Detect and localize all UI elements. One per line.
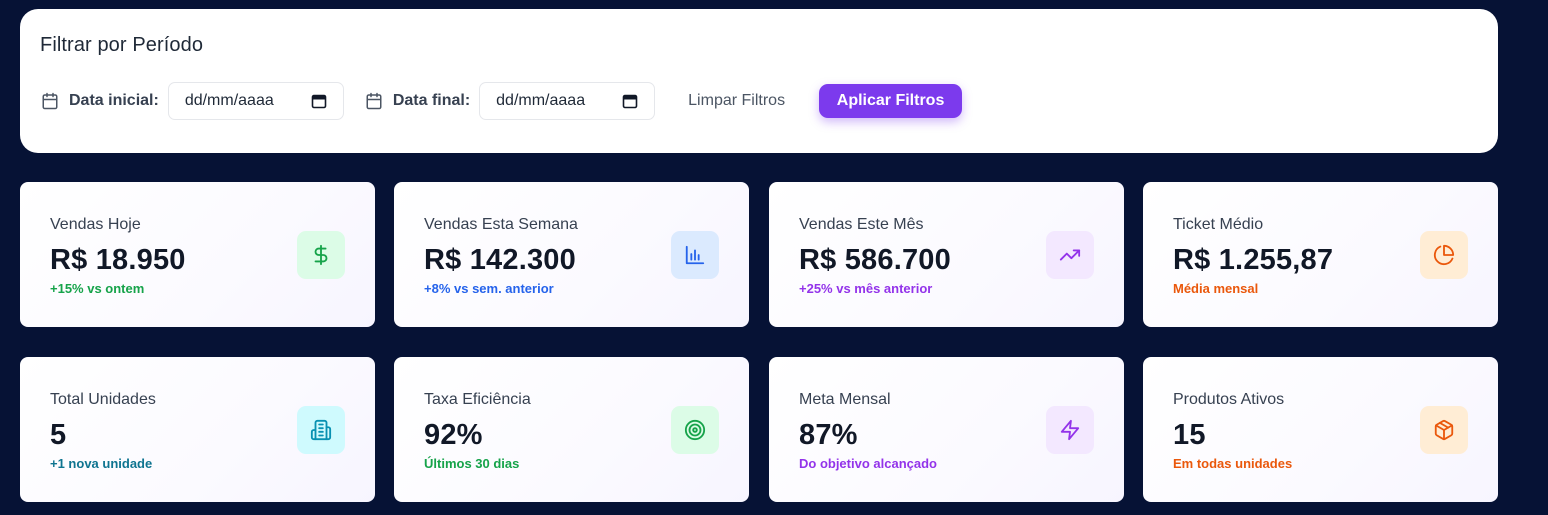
trending-up-icon	[1046, 231, 1094, 279]
lightning-icon	[1046, 406, 1094, 454]
card-label: Meta Mensal	[799, 391, 891, 408]
stat-card-monthly-goal: Meta Mensal 87% Do objetivo alcançado	[769, 357, 1124, 502]
filter-title: Filtrar por Período	[40, 34, 204, 56]
end-date-placeholder: dd/mm/aaaa	[496, 92, 586, 109]
stat-card-sales-week: Vendas Esta Semana R$ 142.300 +8% vs sem…	[394, 182, 749, 327]
card-label: Vendas Esta Semana	[424, 216, 578, 233]
start-date-placeholder: dd/mm/aaaa	[184, 92, 274, 109]
stat-card-average-ticket: Ticket Médio R$ 1.255,87 Média mensal	[1143, 182, 1498, 327]
filter-panel: Filtrar por Período Data inicial: dd/mm/…	[20, 9, 1498, 153]
card-value: 15	[1173, 419, 1206, 451]
card-subtext: +25% vs mês anterior	[799, 281, 933, 296]
stat-card-sales-today: Vendas Hoje R$ 18.950 +15% vs ontem	[20, 182, 375, 327]
card-subtext: Em todas unidades	[1173, 456, 1293, 471]
card-label: Taxa Eficiência	[424, 391, 531, 408]
start-date-input[interactable]: dd/mm/aaaa	[167, 82, 344, 120]
start-date-label: Data inicial:	[69, 92, 159, 109]
card-value: R$ 1.255,87	[1173, 244, 1334, 276]
calendar-picker-icon[interactable]	[311, 93, 327, 109]
card-label: Vendas Hoje	[50, 216, 141, 233]
bar-chart-icon	[671, 231, 719, 279]
end-date-label: Data final:	[392, 92, 471, 109]
card-value: R$ 586.700	[799, 244, 951, 276]
card-subtext: +8% vs sem. anterior	[424, 281, 554, 296]
stat-card-active-products: Produtos Ativos 15 Em todas unidades	[1143, 357, 1498, 502]
card-label: Total Unidades	[50, 391, 156, 408]
stat-card-sales-month: Vendas Este Mês R$ 586.700 +25% vs mês a…	[769, 182, 1124, 327]
card-label: Ticket Médio	[1173, 216, 1264, 233]
card-value: R$ 18.950	[50, 244, 186, 276]
card-subtext: Últimos 30 dias	[424, 456, 520, 471]
dollar-icon	[297, 231, 345, 279]
package-icon	[1420, 406, 1468, 454]
clear-filters-button[interactable]: Limpar Filtros	[688, 92, 785, 110]
calendar-picker-icon[interactable]	[622, 93, 638, 109]
calendar-icon	[40, 91, 60, 111]
calendar-icon	[364, 91, 384, 111]
stat-card-efficiency-rate: Taxa Eficiência 92% Últimos 30 dias	[394, 357, 749, 502]
filter-row: Data inicial: dd/mm/aaaa Data final: dd/…	[40, 82, 963, 120]
card-subtext: Média mensal	[1173, 281, 1259, 296]
target-icon	[671, 406, 719, 454]
card-subtext: +15% vs ontem	[50, 281, 145, 296]
card-value: 5	[50, 419, 67, 451]
pie-chart-icon	[1420, 231, 1468, 279]
stat-card-total-units: Total Unidades 5 +1 nova unidade	[20, 357, 375, 502]
apply-filters-button[interactable]: Aplicar Filtros	[819, 84, 963, 118]
card-label: Vendas Este Mês	[799, 216, 924, 233]
card-value: 92%	[424, 419, 483, 451]
card-subtext: +1 nova unidade	[50, 456, 153, 471]
card-label: Produtos Ativos	[1173, 391, 1285, 408]
card-value: R$ 142.300	[424, 244, 576, 276]
card-subtext: Do objetivo alcançado	[799, 456, 937, 471]
card-value: 87%	[799, 419, 858, 451]
building-icon	[297, 406, 345, 454]
end-date-input[interactable]: dd/mm/aaaa	[479, 82, 656, 120]
